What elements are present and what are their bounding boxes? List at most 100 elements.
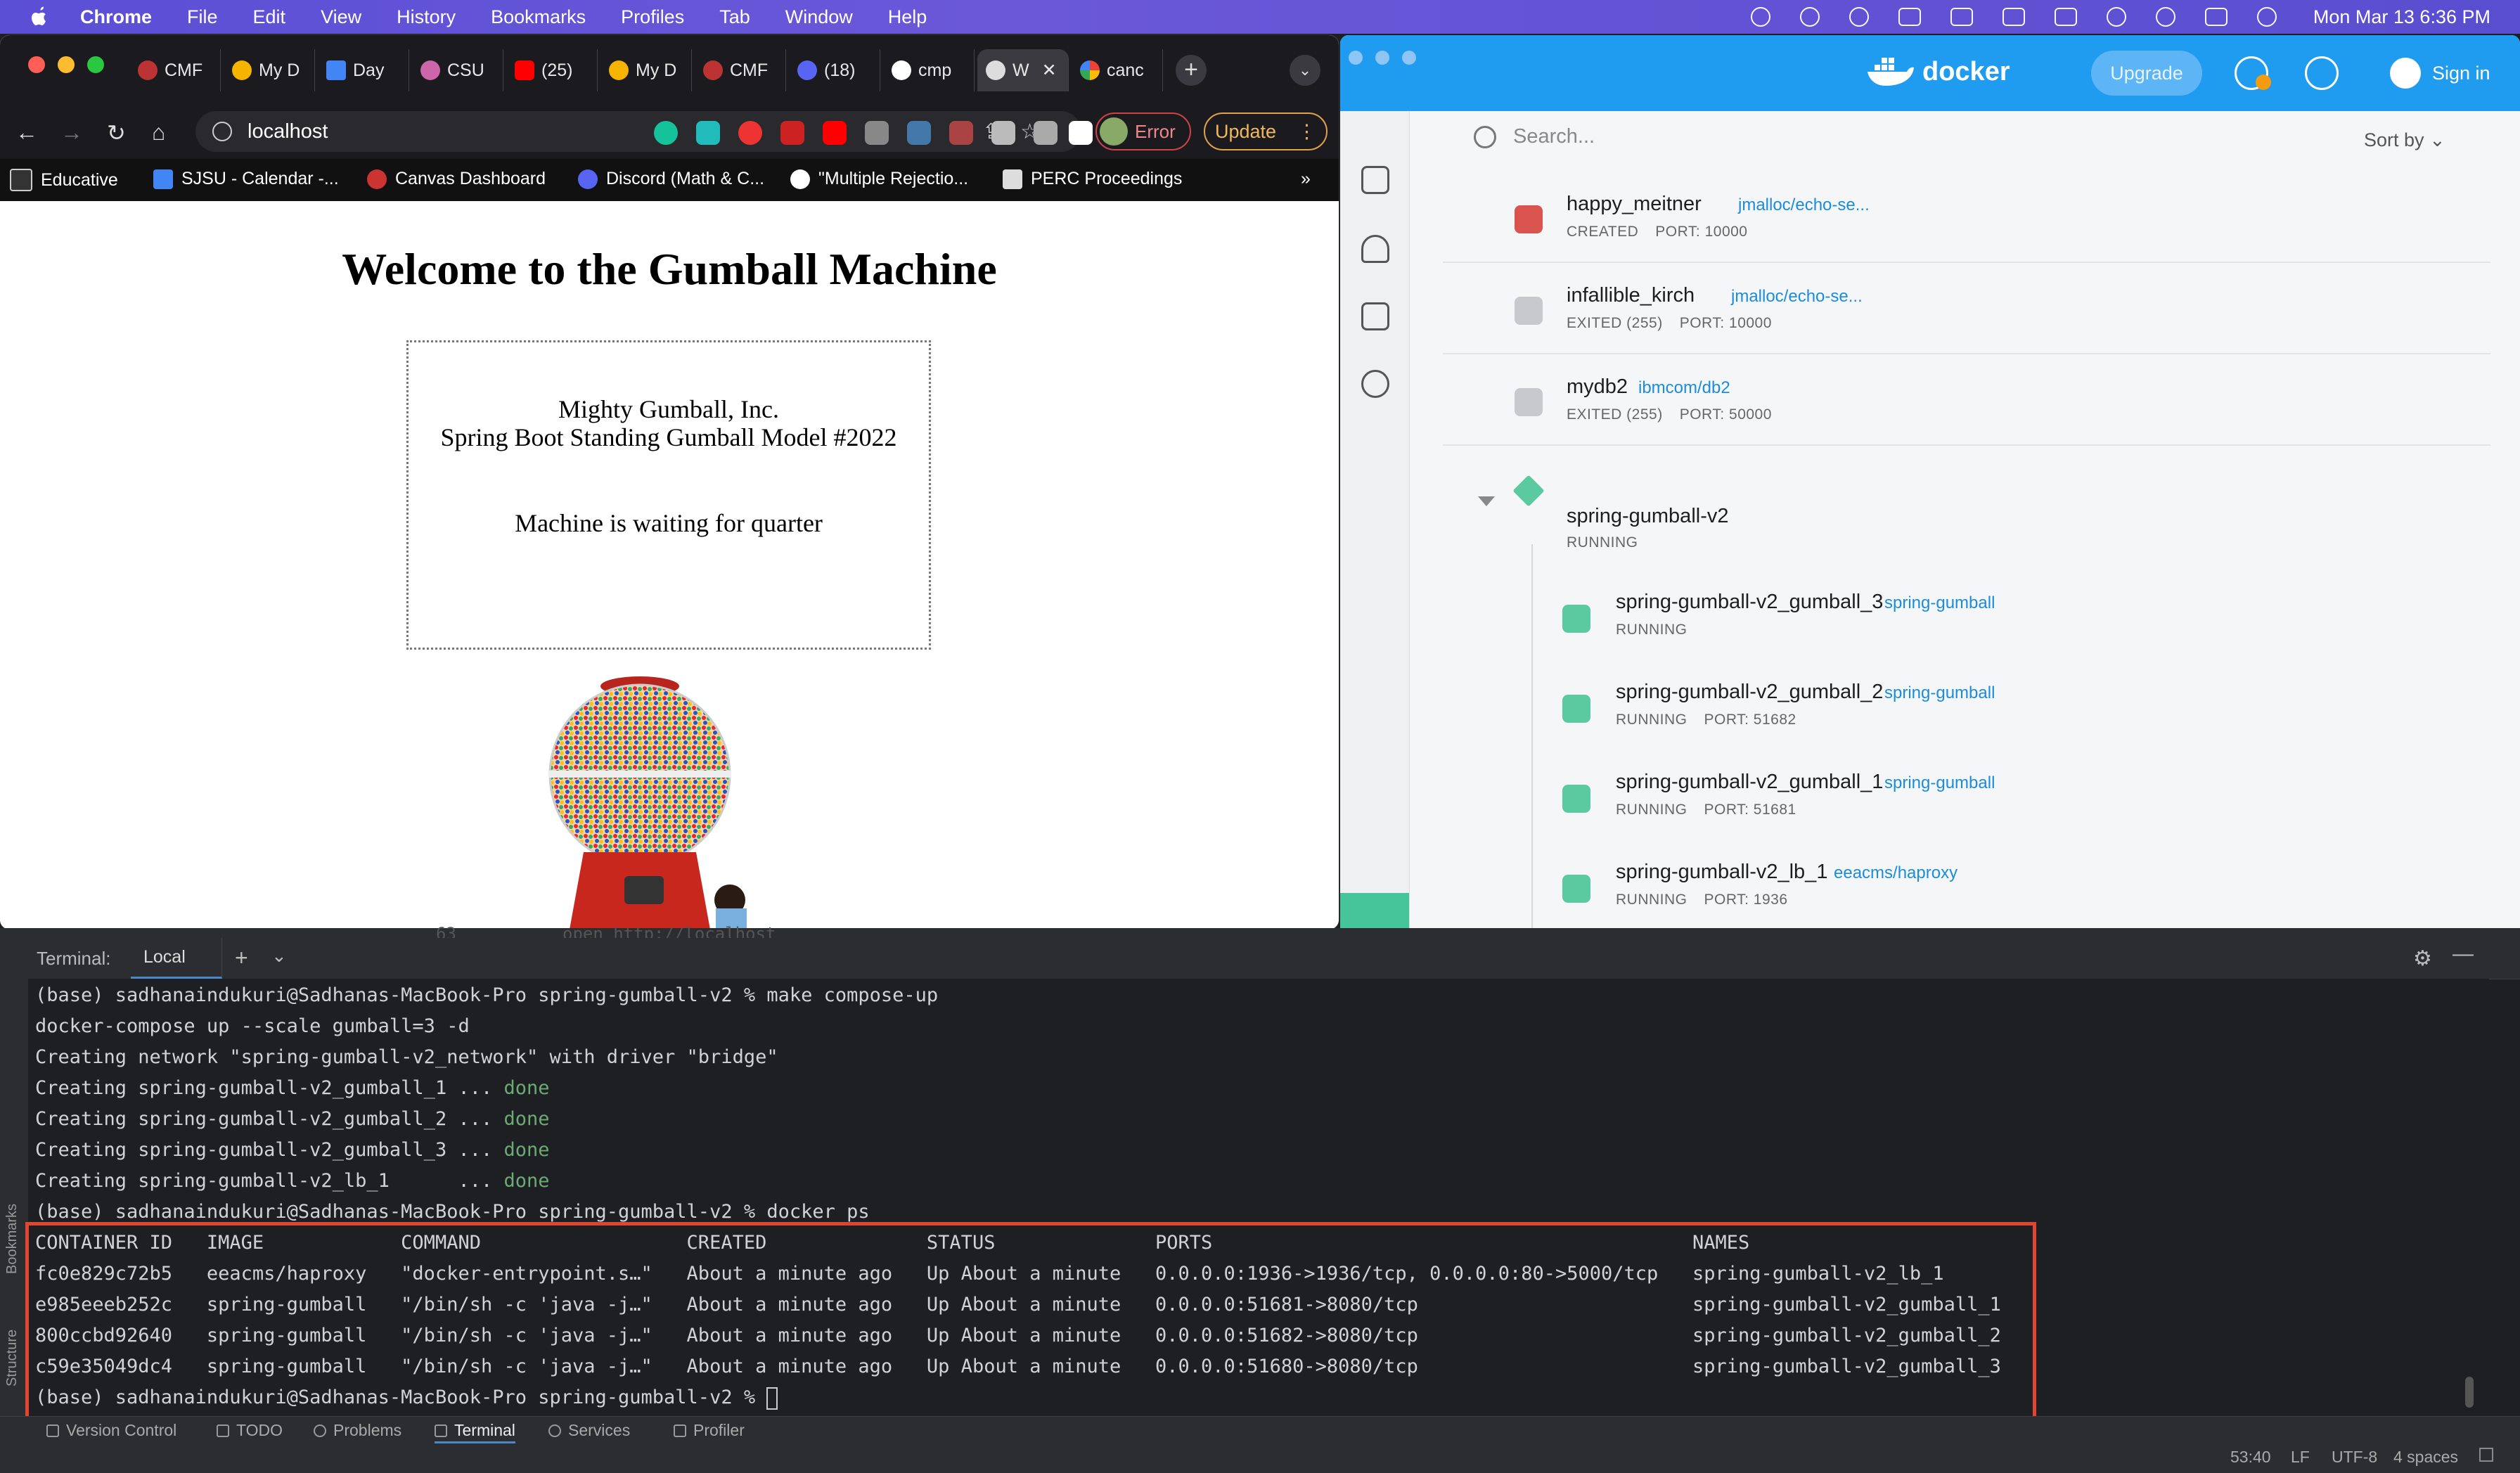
terminal-tab-local[interactable]: Local [131,938,222,979]
service-row[interactable]: spring-gumball-v2_gumball_3 spring-gumba… [1544,570,2490,660]
upgrade-button[interactable]: Upgrade [2091,51,2202,96]
structure-tool-tab[interactable]: Structure [4,1330,20,1387]
container-image-link[interactable]: jmalloc/echo-se... [1731,287,1863,307]
menu-app-name[interactable]: Chrome [80,6,152,28]
extension-icon[interactable] [780,121,804,145]
browser-tab[interactable]: canc [1072,49,1163,91]
kebab-menu-icon[interactable]: ⋮ [1297,121,1316,143]
menu-help[interactable]: Help [888,6,927,28]
menu-view[interactable]: View [321,6,361,28]
battery-icon[interactable] [2054,8,2077,26]
container-search-input[interactable]: Search... [1474,125,1595,148]
service-image-link[interactable]: spring-gumball [1884,683,1995,703]
address-bar[interactable]: localhost ⇪ ☆ [195,111,1081,152]
minimize-window-button[interactable] [58,56,75,73]
menu-profiles[interactable]: Profiles [621,6,684,28]
tool-tab-problems[interactable]: Problems [314,1421,401,1440]
terminal-chevron-down-icon[interactable]: ⌄ [271,945,287,967]
close-window-button[interactable] [28,56,45,73]
zoom-window-button[interactable] [1402,51,1416,65]
browser-tab[interactable]: CMF [695,49,786,91]
file-encoding[interactable]: UTF-8 [2332,1448,2377,1467]
bookmark-item[interactable]: SJSU - Calendar -... [153,169,339,189]
bookmark-item[interactable]: Canvas Dashboard [367,169,546,189]
new-terminal-plus-icon[interactable]: + [235,945,248,971]
home-icon[interactable]: ⌂ [152,120,165,146]
containers-icon[interactable] [1361,166,1389,194]
sort-by-dropdown[interactable]: Sort by ⌄ [2364,129,2445,151]
menu-clock[interactable]: Mon Mar 13 6:36 PM [2313,6,2490,28]
browser-tab-active[interactable]: W ✕ [977,49,1069,91]
extension-icon[interactable] [907,121,931,145]
container-image-link[interactable]: jmalloc/echo-se... [1738,195,1870,215]
zoom-window-button[interactable] [87,56,104,73]
bookmark-item[interactable]: "Multiple Rejectio... [790,169,968,189]
service-row[interactable]: spring-gumball-v2_lb_1 eeacms/haproxy RU… [1544,840,2490,930]
menu-edit[interactable]: Edit [253,6,286,28]
tool-tab-todo[interactable]: TODO [217,1421,283,1440]
troubleshoot-bug-icon[interactable] [2305,56,2339,90]
site-info-icon[interactable] [212,122,232,141]
tool-tab-services[interactable]: Services [548,1421,630,1440]
menu-window[interactable]: Window [785,6,853,28]
caret-position[interactable]: 53:40 [2230,1448,2271,1467]
extension-icon[interactable] [949,121,973,145]
bookmark-item[interactable]: Educative [10,169,118,191]
extension-icon[interactable] [865,121,889,145]
tab-search-button[interactable]: ⌄ [1290,55,1320,86]
extension-icon[interactable] [738,121,762,145]
wifi-icon[interactable] [2106,7,2126,27]
container-row[interactable]: mydb2 ibmcom/db2 EXITED (255) PORT: 50000 [1443,354,2490,446]
bookmark-item[interactable]: Discord (Math & C... [578,169,764,189]
browser-tab[interactable]: My D [224,49,315,91]
tool-tab-version-control[interactable]: Version Control [46,1421,176,1440]
hide-terminal-icon[interactable]: — [2452,942,2474,966]
keyboard-icon[interactable] [1898,8,1921,26]
indent-setting[interactable]: 4 spaces [2393,1448,2458,1467]
bookmarks-tool-tab[interactable]: Bookmarks [4,1204,20,1274]
browser-tab[interactable]: My D [600,49,692,91]
bluetooth-icon[interactable] [2002,8,2025,26]
lock-icon[interactable] [2479,1448,2493,1462]
browser-tab[interactable]: CMF [129,49,221,91]
tool-tab-profiler[interactable]: Profiler [674,1421,745,1440]
volumes-icon[interactable] [1361,302,1389,330]
line-separator[interactable]: LF [2291,1448,2310,1467]
profile-error-button[interactable]: Error [1095,112,1191,150]
service-row[interactable]: spring-gumball-v2_gumball_2 spring-gumba… [1544,660,2490,750]
close-window-button[interactable] [1349,51,1363,65]
container-row[interactable]: happy_meitner jmalloc/echo-se... CREATED… [1443,172,2490,263]
tool-tab-terminal[interactable]: Terminal [435,1421,515,1443]
side-panel-icon[interactable] [1069,121,1093,145]
docker-status-whale-icon[interactable] [1340,893,1409,928]
apple-icon[interactable] [28,6,49,28]
container-image-link[interactable]: ibmcom/db2 [1638,378,1730,398]
service-image-link[interactable]: eeacms/haproxy [1834,863,1958,883]
muted-icon[interactable] [1950,8,1973,26]
reload-icon[interactable]: ↻ [107,120,126,146]
extension-icon[interactable] [696,121,720,145]
siri-icon[interactable] [2256,7,2277,27]
browser-tab[interactable]: (18) [789,49,880,91]
creative-cloud-icon[interactable] [1750,7,1770,27]
browser-tab[interactable]: cmp [883,49,975,91]
browser-tab[interactable]: Day [318,49,409,91]
spotlight-search-icon[interactable] [2155,7,2175,27]
back-icon[interactable]: ← [15,120,38,146]
youtube-extension-icon[interactable] [823,121,847,145]
control-center-icon[interactable] [2204,8,2228,26]
cloud-icon[interactable] [1361,235,1389,263]
moon-icon[interactable] [1799,7,1820,27]
browser-tab[interactable]: CSU [412,49,503,91]
menu-file[interactable]: File [187,6,218,28]
menu-bookmarks[interactable]: Bookmarks [491,6,586,28]
reading-list-icon[interactable] [1034,121,1058,145]
dev-environments-icon[interactable] [1361,370,1389,398]
new-tab-button[interactable]: + [1176,55,1207,86]
more-bookmarks-button[interactable]: » [1301,169,1311,189]
service-image-link[interactable]: spring-gumball [1884,593,1995,613]
play-icon[interactable] [1849,7,1869,27]
bookmark-item[interactable]: PERC Proceedings [1003,169,1182,189]
close-tab-icon[interactable]: ✕ [1042,60,1057,81]
service-row[interactable]: spring-gumball-v2_gumball_1 spring-gumba… [1544,750,2490,840]
